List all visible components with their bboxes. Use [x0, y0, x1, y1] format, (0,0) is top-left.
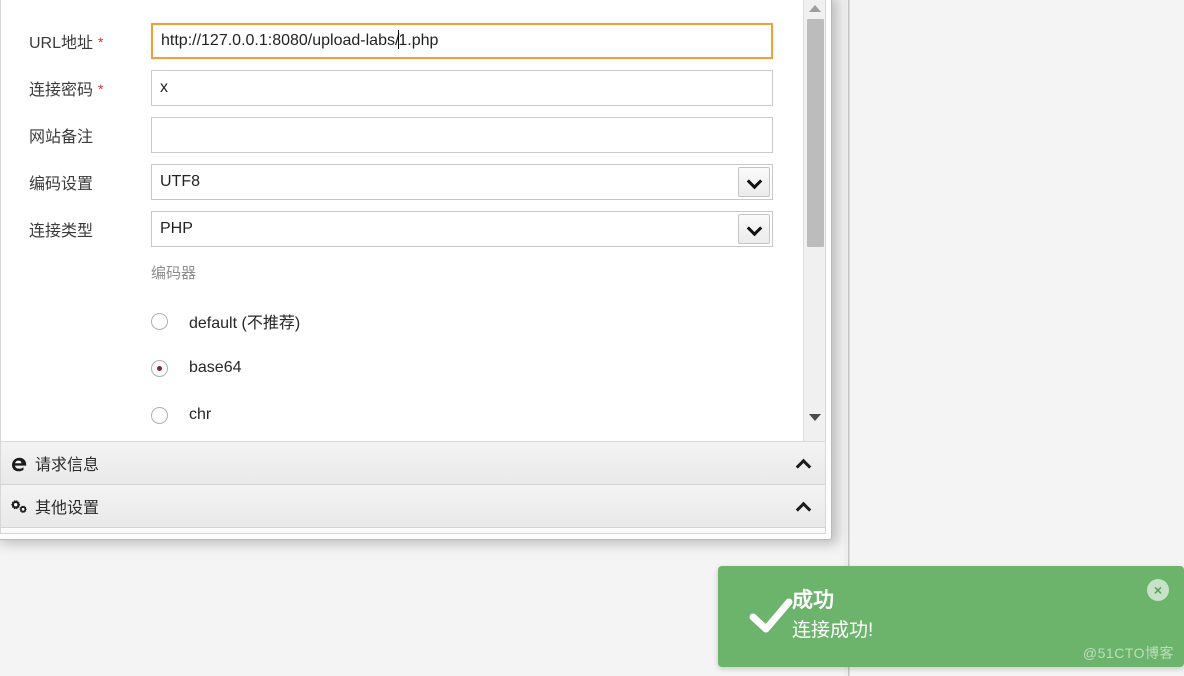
dialog-inner-frame: URL地址 * http://127.0.0.1:8080/upload-labs… [0, 0, 826, 534]
accordion-sections: 请求信息 其他设置 [1, 442, 825, 528]
edge-browser-icon [7, 452, 31, 474]
radio-default-label: default (不推荐) [189, 315, 301, 332]
form-row-remark: 网站备注 [1, 111, 794, 158]
connection-settings-dialog: URL地址 * http://127.0.0.1:8080/upload-labs… [0, 0, 832, 540]
form-body: URL地址 * http://127.0.0.1:8080/upload-labs… [1, 0, 794, 441]
triangle-up-icon [808, 5, 821, 12]
input-url-text-after-caret: 1.php [398, 31, 439, 49]
scrollbar-thumb[interactable] [807, 19, 824, 247]
required-marker-password: * [98, 80, 104, 97]
accordion-header-other-settings[interactable]: 其他设置 [1, 485, 825, 528]
radio-option-chr[interactable]: chr [151, 400, 211, 430]
check-icon [748, 593, 794, 639]
cogs-icon [7, 495, 31, 517]
select-encoding[interactable]: UTF8 [151, 163, 773, 200]
radio-option-base64[interactable]: base64 [151, 353, 242, 383]
form-row-conn-type: 连接类型 PHP [1, 205, 794, 252]
radio-base64-label: base64 [189, 359, 242, 376]
toast-message: 连接成功! [792, 620, 874, 641]
radio-default-icon[interactable] [151, 312, 168, 330]
label-conn-type: 连接类型 [29, 222, 94, 240]
scroll-down-button[interactable] [804, 408, 825, 427]
input-url[interactable]: http://127.0.0.1:8080/upload-labs/1.php [151, 22, 773, 59]
label-url: URL地址 * [29, 33, 104, 52]
toast-title: 成功 [792, 589, 834, 612]
chevron-down-icon [748, 225, 760, 232]
label-password: 连接密码 * [29, 80, 104, 99]
select-encoding-arrow[interactable] [738, 166, 770, 197]
radio-option-default[interactable]: default (不推荐) [151, 306, 300, 336]
select-conn-type[interactable]: PHP [151, 210, 773, 247]
triangle-down-icon [808, 414, 821, 421]
close-icon[interactable]: × [1147, 579, 1169, 601]
success-toast[interactable]: 成功 连接成功! × @51CTO博客 [718, 566, 1184, 667]
form-row-url: URL地址 * http://127.0.0.1:8080/upload-labs… [1, 17, 794, 64]
app-root: URL地址 * http://127.0.0.1:8080/upload-labs… [0, 0, 1184, 676]
input-url-text-before-caret: http://127.0.0.1:8080/upload-labs/ [161, 31, 400, 49]
chevron-up-icon[interactable] [795, 458, 811, 468]
form-scroll-area[interactable]: URL地址 * http://127.0.0.1:8080/upload-labs… [1, 0, 825, 442]
input-password[interactable]: x [151, 69, 773, 106]
encoder-group-title: 编码器 [151, 265, 197, 282]
label-encoding: 编码设置 [29, 175, 94, 193]
required-marker-url: * [98, 33, 104, 50]
accordion-title-other-settings: 其他设置 [35, 500, 100, 517]
toast-text-block: 成功 连接成功! [792, 586, 873, 646]
radio-chr-icon[interactable] [151, 406, 168, 424]
accordion-header-request-info[interactable]: 请求信息 [1, 442, 825, 485]
radio-chr-label: chr [189, 406, 212, 423]
watermark: @51CTO博客 [1082, 645, 1174, 661]
scroll-up-button[interactable] [804, 0, 825, 18]
form-row-encoding: 编码设置 UTF8 [1, 158, 794, 205]
label-remark: 网站备注 [29, 128, 94, 146]
dialog-footer [1, 528, 825, 533]
select-conn-type-arrow[interactable] [738, 213, 770, 244]
input-remark[interactable] [151, 116, 773, 153]
form-vertical-scrollbar[interactable] [803, 0, 825, 441]
form-row-password: 连接密码 * x [1, 64, 794, 111]
select-conn-type-value: PHP [160, 219, 193, 237]
chevron-up-icon[interactable] [795, 501, 811, 511]
accordion-title-request-info: 请求信息 [35, 457, 100, 474]
chevron-down-icon [748, 178, 760, 185]
select-encoding-value: UTF8 [160, 172, 200, 190]
radio-base64-icon[interactable] [151, 359, 168, 377]
